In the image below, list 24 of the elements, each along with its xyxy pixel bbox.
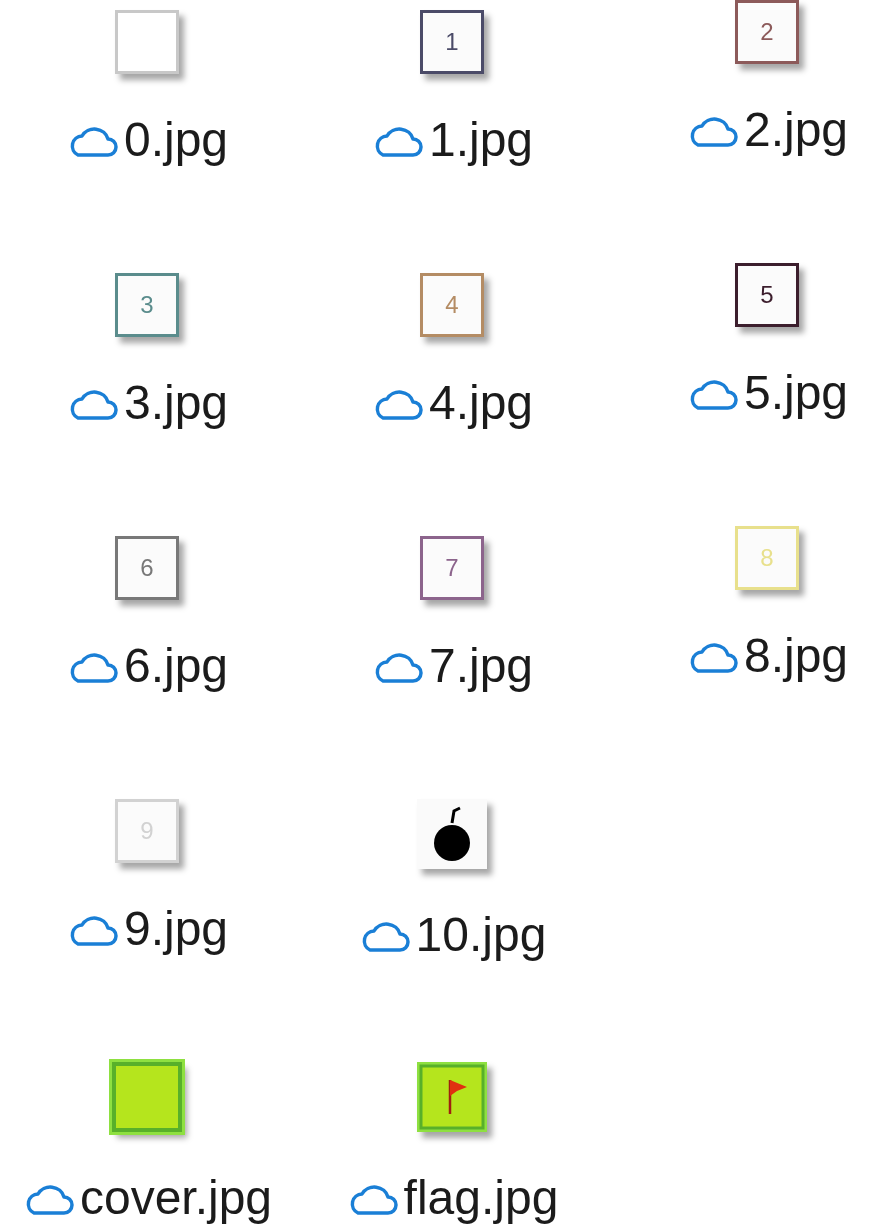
- thumbnail: 3: [115, 273, 179, 337]
- file-name[interactable]: flag.jpg: [403, 1170, 559, 1226]
- file-name[interactable]: 7.jpg: [428, 638, 534, 694]
- file-name[interactable]: 2.jpg: [743, 102, 849, 158]
- flag-thumbnail: [417, 1062, 487, 1132]
- file-name[interactable]: 1.jpg: [428, 112, 534, 168]
- file-name[interactable]: 0.jpg: [123, 112, 229, 168]
- file-name[interactable]: 10.jpg: [415, 907, 547, 963]
- file-name[interactable]: 6.jpg: [123, 638, 229, 694]
- thumbnail: 2: [735, 0, 799, 64]
- file-name[interactable]: 8.jpg: [743, 628, 849, 684]
- thumbnail: 7: [420, 536, 484, 600]
- file-name[interactable]: cover.jpg: [79, 1170, 273, 1226]
- thumbnail: 1: [420, 10, 484, 74]
- bomb-thumbnail: [417, 799, 487, 869]
- thumbnail: 5: [735, 263, 799, 327]
- file-name[interactable]: 4.jpg: [428, 375, 534, 431]
- file-name[interactable]: 5.jpg: [743, 365, 849, 421]
- file-name[interactable]: 9.jpg: [123, 901, 229, 957]
- image-thumbnail: [112, 1062, 182, 1132]
- file-name[interactable]: 3.jpg: [123, 375, 229, 431]
- thumbnail: 6: [115, 536, 179, 600]
- thumbnail: 8: [735, 526, 799, 590]
- thumbnail: 4: [420, 273, 484, 337]
